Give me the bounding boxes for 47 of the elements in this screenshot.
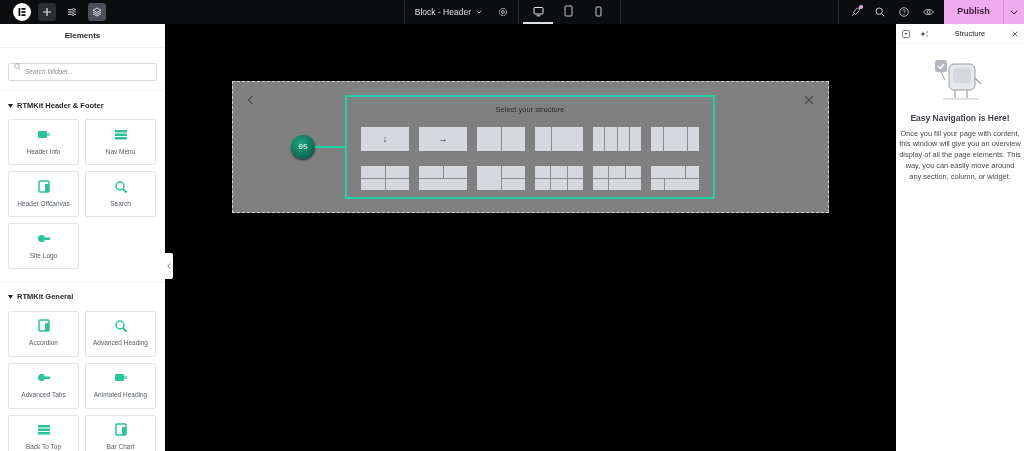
structure-preset[interactable] — [535, 127, 583, 152]
caret-icon — [8, 103, 13, 108]
widget-icon — [113, 319, 128, 333]
empty-state-heading: Easy Navigation is Here! — [909, 112, 1011, 125]
mobile-icon — [594, 5, 602, 17]
widget-icon — [36, 423, 51, 437]
collapse-panel-handle[interactable] — [165, 253, 173, 279]
step-marker: 05 — [291, 135, 315, 159]
structure-preset[interactable] — [651, 127, 699, 152]
structure-preset[interactable] — [535, 166, 583, 191]
structure-preset[interactable] — [477, 166, 525, 191]
publish-button[interactable]: Publish — [944, 0, 1003, 24]
logo-icon[interactable] — [13, 3, 31, 21]
help-icon[interactable] — [899, 7, 909, 17]
widget-icon — [36, 179, 51, 193]
preview-icon[interactable] — [923, 8, 934, 16]
layers-button[interactable] — [88, 3, 106, 21]
search-icon[interactable] — [875, 7, 885, 17]
chevron-down-icon — [1010, 9, 1018, 15]
structure-preset[interactable] — [593, 127, 641, 152]
structure-preset[interactable] — [593, 166, 641, 191]
plus-icon — [42, 7, 52, 17]
chevron-down-icon — [476, 10, 482, 14]
structure-preset[interactable] — [477, 127, 525, 152]
close-icon[interactable] — [1012, 30, 1018, 37]
add-button[interactable] — [38, 3, 56, 21]
tablet-icon — [563, 5, 573, 17]
widget-icon — [36, 319, 51, 333]
chevron-left-icon — [167, 263, 171, 269]
desktop-icon — [532, 5, 544, 17]
widget-icon — [113, 179, 128, 193]
structure-preset[interactable] — [651, 166, 699, 191]
sliders-icon — [67, 7, 77, 17]
layers-icon — [92, 7, 102, 17]
widget-icon — [113, 127, 128, 141]
structure-preset[interactable]: → — [419, 127, 467, 152]
chevron-left-icon[interactable] — [247, 95, 254, 105]
settings-icon[interactable] — [498, 7, 508, 17]
collapse-icon[interactable] — [902, 29, 910, 38]
structure-preset[interactable] — [361, 166, 409, 191]
structure-preset[interactable]: ↓ — [361, 127, 409, 152]
sparkle-icon[interactable] — [920, 29, 928, 38]
panel-title: Elements — [64, 29, 101, 42]
widget-icon — [113, 423, 128, 437]
document-title-dropdown[interactable]: Block - Header — [414, 5, 482, 19]
structure-preset[interactable] — [419, 166, 467, 191]
caret-icon — [8, 294, 13, 299]
